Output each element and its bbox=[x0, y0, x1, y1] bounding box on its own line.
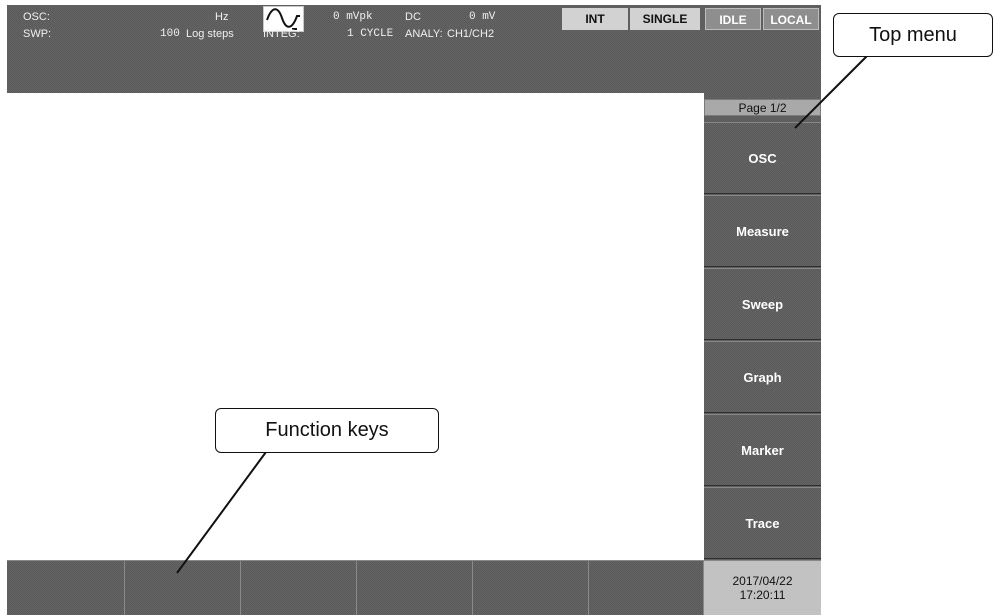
top-menu-callout: Top menu bbox=[833, 13, 993, 57]
top-menu-leader bbox=[794, 55, 868, 129]
function-keys-callout: Function keys bbox=[215, 408, 439, 453]
function-keys-leader bbox=[176, 451, 267, 574]
callout-leader-lines bbox=[176, 55, 868, 574]
